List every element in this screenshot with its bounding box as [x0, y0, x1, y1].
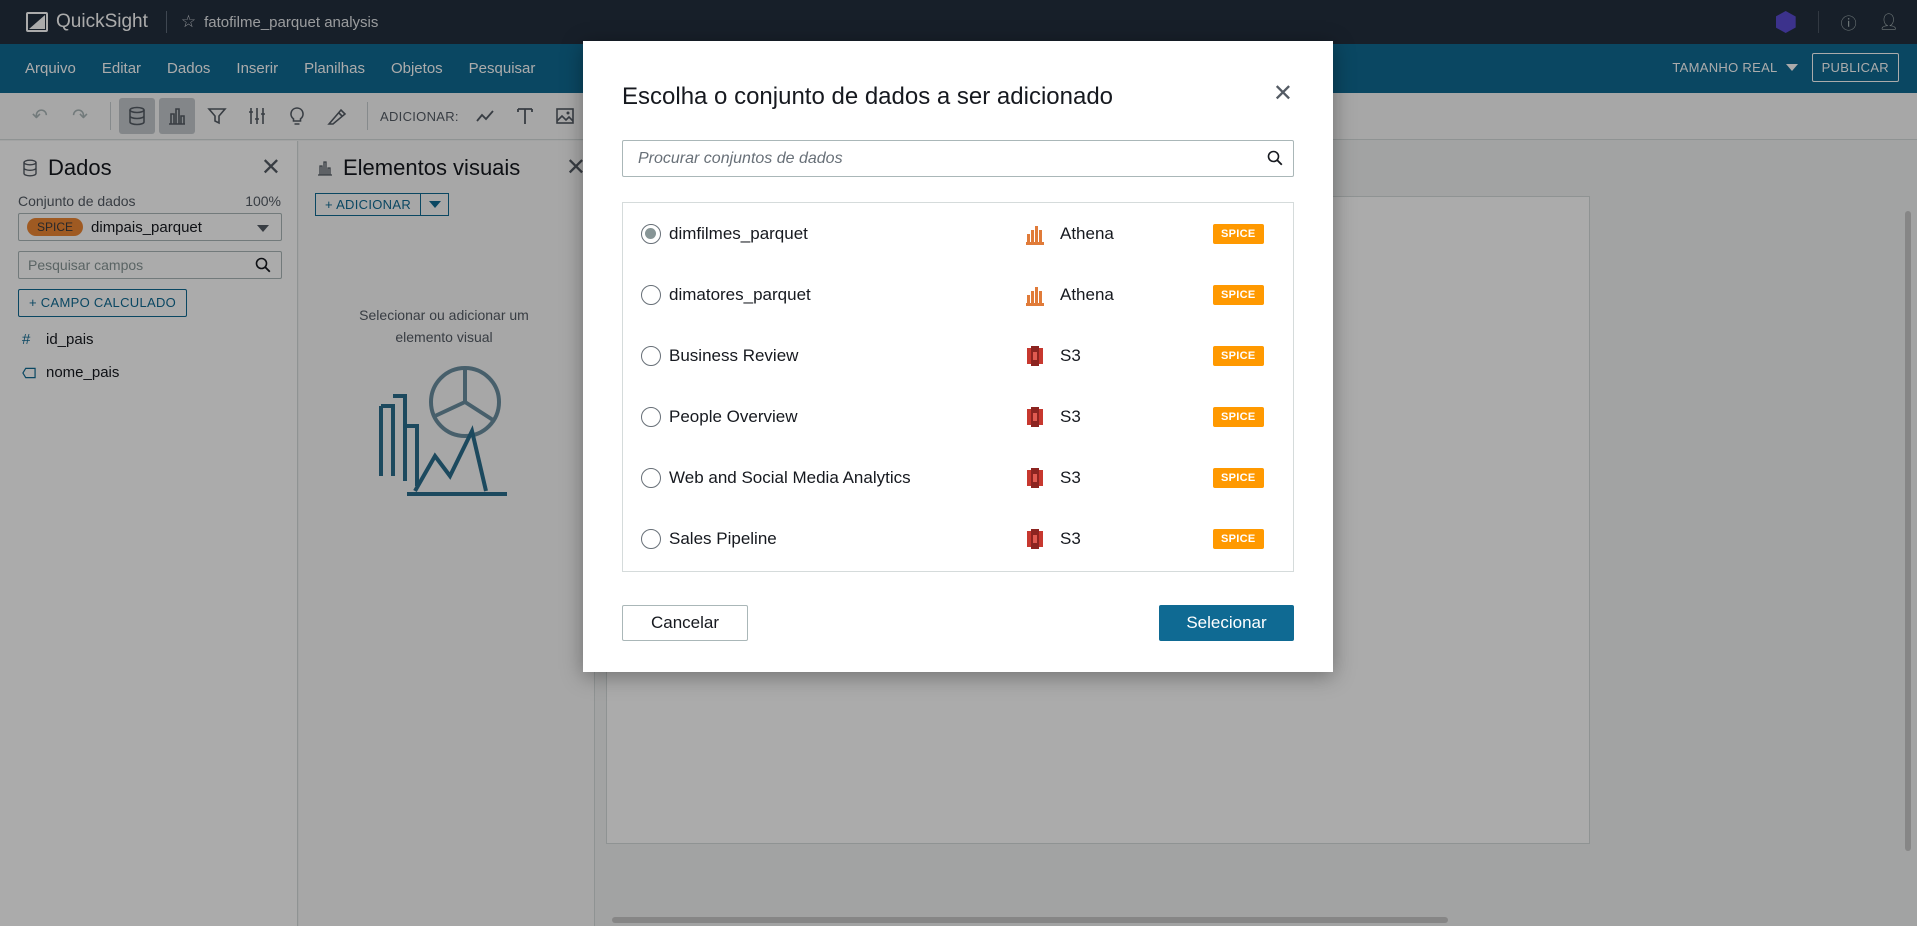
dataset-source: S3 [1060, 345, 1081, 365]
close-icon[interactable]: ✕ [1273, 79, 1293, 108]
add-dataset-dialog: Escolha o conjunto de dados a ser adicio… [583, 41, 1333, 672]
dataset-name: Sales Pipeline [669, 528, 777, 548]
spice-badge: SPICE [1213, 467, 1264, 488]
dataset-search-placeholder: Procurar conjuntos de dados [638, 150, 843, 167]
cancel-button[interactable]: Cancelar [622, 605, 748, 641]
radio-button[interactable] [641, 345, 661, 366]
spice-badge: SPICE [1213, 284, 1264, 305]
dataset-search-input[interactable]: Procurar conjuntos de dados [622, 140, 1294, 177]
dialog-title: Escolha o conjunto de dados a ser adicio… [622, 83, 1114, 110]
athena-icon [1026, 286, 1044, 306]
dataset-name: dimfilmes_parquet [669, 223, 808, 243]
dataset-source: S3 [1060, 406, 1081, 426]
radio-button[interactable] [641, 284, 661, 305]
dataset-source: S3 [1060, 467, 1081, 487]
radio-button[interactable] [641, 528, 661, 549]
dataset-name: dimatores_parquet [669, 284, 811, 304]
dataset-row[interactable]: People Overview S3 SPICE [623, 386, 1293, 447]
dataset-name: Web and Social Media Analytics [669, 467, 911, 487]
dataset-name: Business Review [669, 345, 799, 365]
dataset-row[interactable]: Business Review S3 SPICE [623, 325, 1293, 386]
dataset-row[interactable]: Web and Social Media Analytics S3 SPICE [623, 447, 1293, 508]
dataset-list: dimfilmes_parquet Athena SPICE dimatores… [622, 202, 1294, 572]
radio-button[interactable] [641, 406, 661, 427]
dataset-source: S3 [1060, 528, 1081, 548]
s3-icon [1027, 345, 1043, 366]
s3-icon [1027, 467, 1043, 488]
spice-badge: SPICE [1213, 406, 1264, 427]
spice-badge: SPICE [1213, 345, 1264, 366]
dataset-row[interactable]: dimatores_parquet Athena SPICE [623, 264, 1293, 325]
radio-button[interactable] [641, 223, 661, 244]
dataset-row[interactable]: dimfilmes_parquet Athena SPICE [623, 203, 1293, 264]
select-button[interactable]: Selecionar [1159, 605, 1294, 641]
search-icon [1267, 150, 1283, 166]
dataset-name: People Overview [669, 406, 798, 426]
s3-icon [1027, 528, 1043, 549]
athena-icon [1026, 225, 1044, 245]
dataset-source: Athena [1060, 223, 1114, 243]
spice-badge: SPICE [1213, 223, 1264, 244]
dataset-row[interactable]: Sales Pipeline S3 SPICE [623, 508, 1293, 569]
dataset-source: Athena [1060, 284, 1114, 304]
s3-icon [1027, 406, 1043, 427]
spice-badge: SPICE [1213, 528, 1264, 549]
radio-button[interactable] [641, 467, 661, 488]
